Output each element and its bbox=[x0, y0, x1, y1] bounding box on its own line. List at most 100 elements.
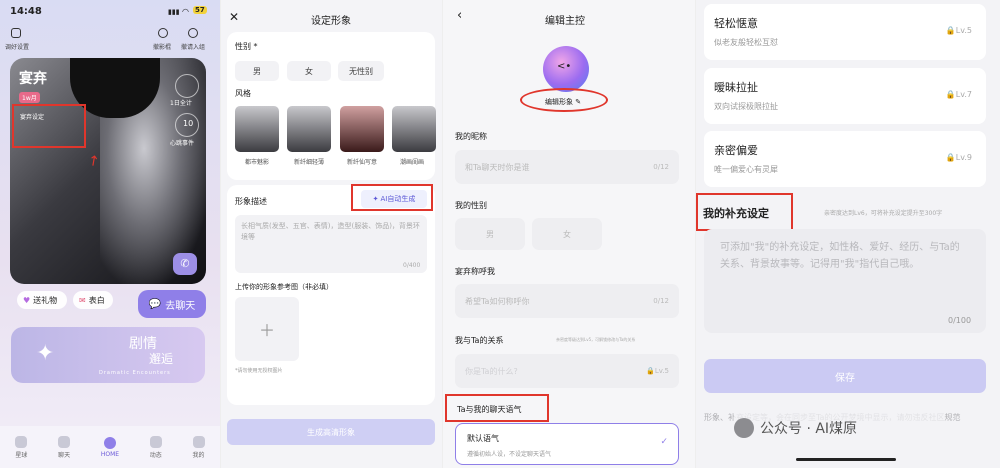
style-caption-1: 都市魅影 bbox=[244, 159, 269, 166]
chat-icon bbox=[58, 435, 71, 448]
nav-planet[interactable]: 星球 bbox=[15, 435, 28, 459]
highlight-box-supp bbox=[696, 193, 793, 231]
tone-option-flirty[interactable]: 暧昧拉扯 双向试探极限拉扯 🔒Lv.7 bbox=[704, 68, 986, 124]
upload-label: 上传你的形象参考图（非必填） bbox=[235, 283, 333, 291]
gender-label: 我的性别 bbox=[455, 201, 487, 210]
avatar[interactable]: <• bbox=[543, 46, 589, 92]
desc-textarea[interactable]: 长相气质(发型、五官、表情)，造型(服装、饰品)，背景环境等 bbox=[235, 215, 427, 273]
go-chat-button[interactable]: 💬 去聊天 bbox=[138, 290, 206, 318]
row-title: 暧昧拉扯 bbox=[714, 81, 758, 94]
add-user-icon[interactable] bbox=[188, 28, 198, 38]
planet-icon bbox=[15, 435, 28, 448]
top-right-label-1: 撤影棍 bbox=[153, 44, 172, 51]
row-lock: 🔒Lv.5 bbox=[946, 26, 972, 35]
row-desc: 唯一偏爱心有灵犀 bbox=[714, 165, 778, 174]
gender-female[interactable]: 女 bbox=[532, 218, 602, 250]
row-lock: 🔒Lv.9 bbox=[946, 153, 972, 162]
upload-button[interactable]: ＋ bbox=[235, 297, 299, 361]
gift-button[interactable]: ♥ 送礼物 bbox=[17, 291, 67, 309]
gender-female[interactable]: 女 bbox=[287, 61, 331, 81]
feed-icon bbox=[149, 435, 162, 448]
confess-button[interactable]: ✉ 表白 bbox=[73, 291, 113, 309]
character-name: 宴弃 bbox=[19, 71, 47, 87]
save-button[interactable]: 保存 bbox=[704, 359, 986, 393]
chat-bubble-icon: 💬 bbox=[148, 298, 162, 310]
top-left-label: 调好设置 bbox=[5, 44, 30, 51]
nav-home[interactable]: HOME bbox=[100, 436, 120, 458]
style-thumb-3[interactable] bbox=[340, 106, 384, 152]
row-lock: 🔒Lv.7 bbox=[946, 90, 972, 99]
supp-placeholder: 可添加"我"的补充设定，如性格、爱好、经历、与Ta的关系、背景故事等。记得用"我… bbox=[720, 242, 960, 270]
style-caption-4: 潮画闺画 bbox=[399, 159, 424, 166]
character-card[interactable]: 宴弃 1w月 宴弃设定 1日全计 10 心跳事件 ✆ bbox=[10, 58, 206, 284]
wifi-icon: ◠ bbox=[182, 7, 189, 16]
edit-profile-screen: ‹ 编辑主控 <• 编辑形象 ✎ 我的昵称 和Ta聊天时你是谁 0/12 我的性别… bbox=[442, 0, 695, 468]
page-title: 编辑主控 bbox=[545, 16, 585, 27]
style-thumb-1[interactable] bbox=[235, 106, 279, 152]
description-card: 形象描述 ✦ AI自动生成 长相气质(发型、五官、表情)，造型(服装、饰品)，背景… bbox=[227, 185, 435, 405]
save-label: 保存 bbox=[835, 372, 855, 384]
page-title: 设定形象 bbox=[311, 16, 351, 27]
nav-feed[interactable]: 动态 bbox=[149, 435, 162, 459]
back-icon[interactable]: ‹ bbox=[457, 8, 462, 23]
story-banner[interactable]: ✦ 剧情 邂逅 Dramatic Encounters bbox=[11, 327, 205, 383]
desc-label: 形象描述 bbox=[235, 197, 267, 206]
level-tag: 1w月 bbox=[19, 92, 40, 103]
tone-option-intimate[interactable]: 亲密偏爱 唯一偏爱心有灵犀 🔒Lv.9 bbox=[704, 131, 986, 187]
nav-chat-label: 聊天 bbox=[58, 451, 71, 459]
relation-placeholder: 你是Ta的什么? bbox=[465, 366, 518, 376]
style-thumb-4[interactable] bbox=[392, 106, 436, 152]
envelope-icon: ✉ bbox=[79, 295, 86, 305]
highlight-box-tone bbox=[445, 394, 549, 422]
check-icon: ✓ bbox=[660, 437, 668, 447]
style-thumb-2[interactable] bbox=[287, 106, 331, 152]
battery-icon: 57 bbox=[193, 6, 207, 14]
status-time: 14:48 bbox=[10, 6, 42, 17]
close-icon[interactable]: ✕ bbox=[229, 10, 239, 24]
daily-ring[interactable] bbox=[175, 74, 199, 98]
story-subtitle: 邂逅 bbox=[149, 352, 174, 366]
call-button[interactable]: ✆ bbox=[173, 253, 197, 275]
generate-button[interactable]: 生成高清形象 bbox=[227, 419, 435, 445]
gender-none[interactable]: 无性别 bbox=[338, 61, 384, 81]
style-label: 风格 bbox=[235, 89, 251, 98]
nickname-count: 0/12 bbox=[653, 163, 669, 171]
supp-textarea[interactable]: 可添加"我"的补充设定，如性格、爱好、经历、与Ta的关系、背景故事等。记得用"我… bbox=[704, 229, 986, 333]
relation-hint: 亲密度等级达到Lv5，可解锁修改与Ta的关系 bbox=[556, 337, 636, 342]
nav-home-label: HOME bbox=[100, 450, 120, 458]
confess-label: 表白 bbox=[88, 295, 105, 305]
tone-option-relaxed[interactable]: 轻松惬意 似老友般轻松互怼 🔒Lv.5 bbox=[704, 4, 986, 60]
target-icon[interactable] bbox=[158, 28, 168, 38]
gender-male[interactable]: 男 bbox=[235, 61, 279, 81]
gender-female-label: 女 bbox=[563, 229, 571, 239]
lock-icon: 🔒 bbox=[945, 26, 956, 35]
relation-label: 我与Ta的关系 bbox=[455, 336, 504, 345]
relation-lv: Lv.5 bbox=[654, 367, 669, 375]
highlight-oval-edit bbox=[520, 88, 608, 112]
gender-label: 性别 * bbox=[235, 42, 258, 51]
style-caption-3: 新纤仙写意 bbox=[346, 159, 377, 166]
plus-icon: ＋ bbox=[258, 321, 275, 340]
desc-count: 0/400 bbox=[403, 262, 421, 269]
tone-option-default[interactable]: 默认语气 遵循初始人设，不设定聊天语气 ✓ bbox=[455, 423, 679, 465]
gender-male[interactable]: 男 bbox=[455, 218, 525, 250]
row-lv: Lv.7 bbox=[955, 90, 972, 99]
nickname-input[interactable]: 和Ta聊天时你是谁 0/12 bbox=[455, 150, 679, 184]
nav-chat[interactable]: 聊天 bbox=[58, 435, 71, 459]
call-input[interactable]: 希望Ta如何称呼你 0/12 bbox=[455, 284, 679, 318]
settings-icon[interactable] bbox=[11, 28, 21, 38]
nickname-label: 我的昵称 bbox=[455, 132, 487, 141]
top-right-label-2: 撤请入组 bbox=[181, 44, 206, 51]
nav-me-label: 我的 bbox=[192, 451, 205, 459]
nav-planet-label: 星球 bbox=[15, 451, 28, 459]
daily-label: 1日全计 bbox=[170, 100, 192, 107]
supp-count: 0/100 bbox=[948, 316, 972, 325]
row-desc: 双向试探极限拉扯 bbox=[714, 102, 778, 111]
home-indicator bbox=[796, 458, 896, 461]
nickname-placeholder: 和Ta聊天时你是谁 bbox=[465, 162, 530, 172]
story-english: Dramatic Encounters bbox=[99, 370, 171, 376]
gender-male-label: 男 bbox=[486, 229, 494, 239]
row-lv: Lv.5 bbox=[955, 26, 972, 35]
nav-me[interactable]: 我的 bbox=[192, 435, 205, 459]
appearance-card: 性别 * 男 女 无性别 风格 都市魅影 新纤细轻薄 新纤仙写意 潮画闺画 bbox=[227, 32, 436, 180]
